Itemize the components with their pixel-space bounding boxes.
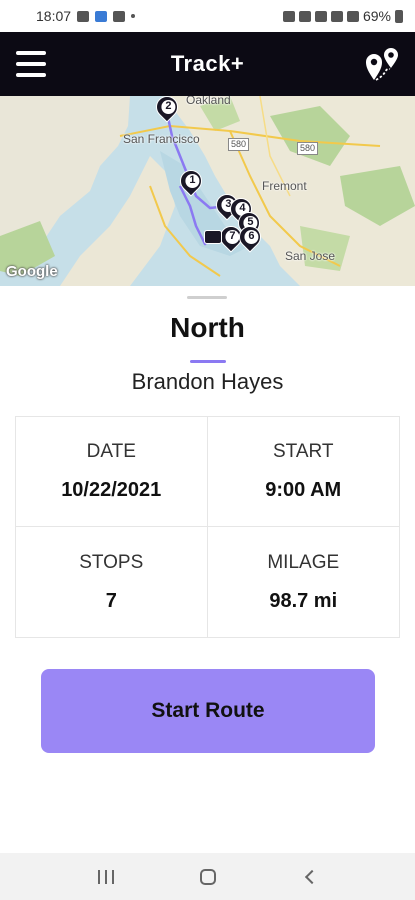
app-bar: Track+ xyxy=(0,32,415,96)
map-label-san-francisco: San Francisco xyxy=(123,132,200,146)
home-icon[interactable] xyxy=(200,868,217,885)
app-title: Track+ xyxy=(170,51,245,76)
signal-icon-2 xyxy=(346,10,359,22)
back-icon[interactable] xyxy=(304,869,319,884)
stat-date: DATE 10/22/2021 xyxy=(16,417,208,527)
download-notification-icon xyxy=(95,10,108,22)
stat-stops-value: 7 xyxy=(105,589,117,612)
stat-date-label: DATE xyxy=(86,441,136,462)
more-notifications-icon xyxy=(131,14,136,18)
stat-start: START 9:00 AM xyxy=(207,417,399,527)
stat-date-value: 10/22/2021 xyxy=(61,479,162,501)
signal-icon xyxy=(330,10,343,22)
map-start-marker-icon xyxy=(204,230,222,244)
image-notification-icon xyxy=(77,10,90,22)
route-pins-icon[interactable] xyxy=(363,46,401,84)
status-time: 18:07 xyxy=(36,8,72,24)
map-label-oakland: Oakland xyxy=(186,96,231,107)
stat-stops: STOPS 7 xyxy=(16,527,208,637)
stat-milage-value: 98.7 mi xyxy=(269,589,338,612)
wifi-icon xyxy=(314,10,327,22)
stat-start-value: 9:00 AM xyxy=(265,479,342,501)
driver-name: Brandon Hayes xyxy=(131,369,284,394)
battery-icon xyxy=(395,9,403,23)
battery-percent: 69% xyxy=(362,8,391,24)
system-nav-bar xyxy=(0,853,415,900)
status-right: 69% xyxy=(282,8,403,24)
alarm-icon xyxy=(282,10,295,22)
status-left: 18:07 xyxy=(36,8,136,24)
message-notification-icon xyxy=(113,10,126,22)
title-accent-line xyxy=(190,360,226,363)
google-attribution: Google xyxy=(6,263,58,280)
map-label-san-jose: San Jose xyxy=(285,249,336,263)
stat-milage: MILAGE 98.7 mi xyxy=(208,527,400,637)
drag-handle[interactable] xyxy=(187,296,227,299)
start-route-button[interactable]: Start Route xyxy=(41,669,375,753)
highway-shield-580-west: 580 xyxy=(228,138,250,151)
route-name: North xyxy=(170,312,245,343)
recent-apps-icon[interactable] xyxy=(98,869,115,884)
stat-start-label: START xyxy=(272,441,334,462)
stat-milage-label: MILAGE xyxy=(267,551,340,573)
highway-shield-580-east: 580 xyxy=(297,142,319,155)
stat-stops-label: STOPS xyxy=(79,551,144,573)
mute-icon xyxy=(298,10,311,22)
route-stats-grid: DATE 10/22/2021 START 9:00 AM STOPS 7 MI… xyxy=(15,416,400,638)
map-background xyxy=(0,96,415,286)
route-map[interactable]: Oakland San Francisco Fremont San Jose 5… xyxy=(0,96,415,286)
map-label-fremont: Fremont xyxy=(262,179,307,193)
status-bar: 18:07 69% xyxy=(0,0,415,32)
